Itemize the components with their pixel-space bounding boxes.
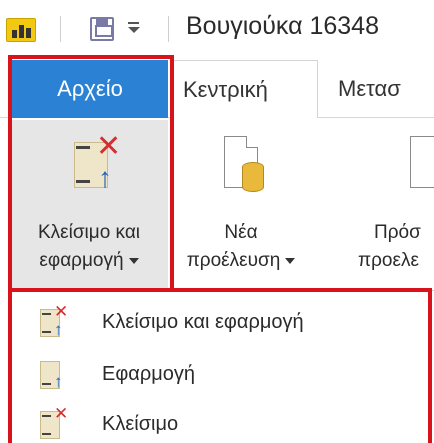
recent-sources-label-line2: προελε xyxy=(358,250,419,271)
new-source-label-line2: προέλευση xyxy=(178,248,304,274)
title-separator xyxy=(60,16,61,42)
recent-sources-button[interactable]: Πρόσ προελε xyxy=(330,120,434,290)
new-source-button[interactable]: Νέα προέλευση xyxy=(178,120,304,290)
tab-transform[interactable]: Μετασ xyxy=(338,60,401,118)
chevron-down-icon xyxy=(285,257,296,264)
tab-home[interactable]: Κεντρική xyxy=(170,60,318,119)
save-icon[interactable] xyxy=(90,17,114,41)
new-source-label: Νέα xyxy=(224,222,258,243)
recent-sources-icon xyxy=(410,136,434,188)
highlight-outline-menu xyxy=(8,288,432,443)
new-source-icon xyxy=(224,136,264,194)
recent-sources-label: Πρόσ xyxy=(374,222,421,243)
title-separator xyxy=(168,16,169,42)
highlight-outline-button xyxy=(8,55,174,292)
window-title: Βουγιούκα 16348 xyxy=(186,12,379,40)
customize-quick-access-icon[interactable] xyxy=(124,18,144,38)
title-bar: Βουγιούκα 16348 xyxy=(0,0,434,56)
power-bi-icon[interactable] xyxy=(6,18,36,42)
